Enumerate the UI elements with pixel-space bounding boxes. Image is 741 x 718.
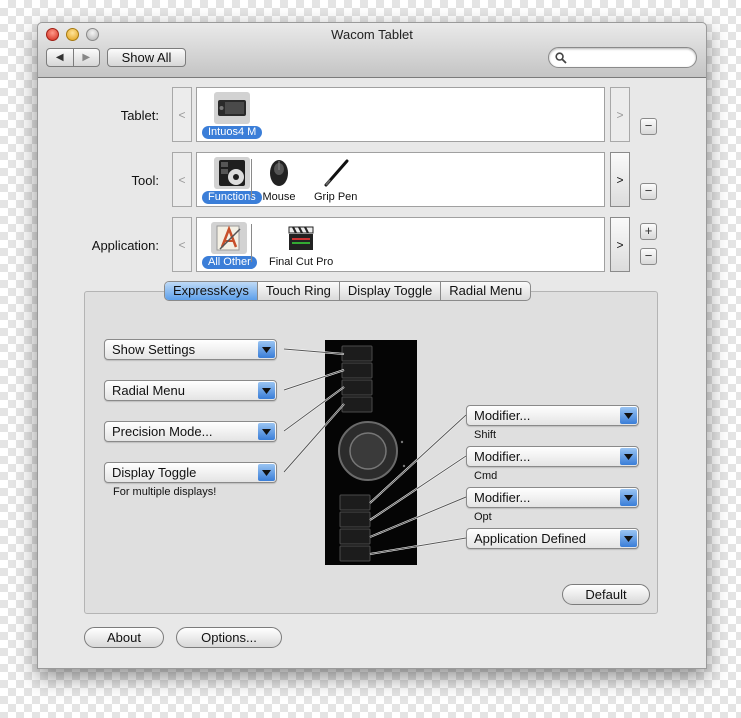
tablet-graphic [325,340,417,565]
preferences-window: Wacom Tablet ◀ ▶ Show All Tablet: < Intu… [37,22,707,669]
tool-next-button[interactable]: > [610,152,630,207]
application-remove-button[interactable]: − [640,248,657,265]
chevron-down-icon [620,448,637,465]
popup-value: Modifier... [474,449,531,464]
application-item-label: Final Cut Pro [269,256,334,268]
tool-item-label: Mouse [262,191,296,203]
popup-value: Show Settings [112,342,196,357]
tablet-prev-button[interactable]: < [172,87,192,142]
history-nav: ◀ ▶ [46,48,100,67]
tool-prev-button[interactable]: < [172,152,192,207]
popup-value: Application Defined [474,531,587,546]
chevron-down-icon [620,489,637,506]
popup-value: Radial Menu [112,383,185,398]
application-list: All Other Final Cut Pro [196,217,605,272]
tab-radial-menu[interactable]: Radial Menu [441,282,530,300]
applications-icon [211,222,248,254]
application-prev-button[interactable]: < [172,217,192,272]
expresskey-6-popup[interactable]: Modifier... [466,446,639,467]
tool-remove-button[interactable]: − [640,183,657,200]
tablet-item-label: Intuos4 M [202,126,263,139]
tablet-label: Tablet: [120,108,159,123]
about-button[interactable]: About [84,627,164,648]
back-button[interactable]: ◀ [47,49,74,66]
chevron-down-icon [620,530,637,547]
default-button[interactable]: Default [562,584,650,605]
tool-item-mouse[interactable]: Mouse [261,157,297,203]
application-next-button[interactable]: > [610,217,630,272]
tool-item-functions[interactable]: Functions [202,157,262,204]
forward-button[interactable]: ▶ [74,49,100,66]
tool-item-label: Grip Pen [314,191,358,203]
expresskeys-diagram [338,345,406,562]
tablet-icon [214,92,251,124]
tablet-next-button[interactable]: > [610,87,630,142]
application-item-all-other[interactable]: All Other [202,222,257,269]
titlebar: Wacom Tablet ◀ ▶ Show All [38,23,706,78]
expresskey-6-note: Cmd [474,470,498,482]
window-title: Wacom Tablet [331,27,413,42]
popup-value: Modifier... [474,490,531,505]
expresskey-5-popup[interactable]: Modifier... [466,405,639,426]
tab-touch-ring[interactable]: Touch Ring [258,282,340,300]
expresskey-3-popup[interactable]: Precision Mode... [104,421,277,442]
expresskey-4-note: For multiple displays! [113,486,217,498]
tab-expresskeys[interactable]: ExpressKeys [165,282,258,300]
functions-icon [213,157,250,189]
expresskey-5-note: Shift [474,429,497,441]
expresskey-8-popup[interactable]: Application Defined [466,528,639,549]
tablet-remove-button[interactable]: − [640,118,657,135]
tool-item-label: Functions [202,191,262,204]
application-add-button[interactable]: + [640,223,657,240]
tab-display-toggle[interactable]: Display Toggle [340,282,442,300]
popup-value: Precision Mode... [112,424,213,439]
chevron-down-icon [620,407,637,424]
application-divider [251,224,252,262]
chevron-down-icon [258,464,275,481]
expresskey-7-popup[interactable]: Modifier... [466,487,639,508]
tool-label: Tool: [131,173,159,188]
application-item-final-cut-pro[interactable]: Final Cut Pro [269,222,333,268]
search-field[interactable] [548,47,697,68]
tool-divider [251,159,252,197]
mouse-icon [261,157,297,189]
tab-bar: ExpressKeys Touch Ring Display Toggle Ra… [164,281,532,301]
options-button[interactable]: Options... [176,627,282,648]
application-label: Application: [91,238,159,253]
chevron-down-icon [258,382,275,399]
application-item-label: All Other [202,256,257,269]
expresskey-1-popup[interactable]: Show Settings [104,339,277,360]
popup-value: Modifier... [474,408,531,423]
expresskey-4-popup[interactable]: Display Toggle [104,462,277,483]
chevron-down-icon [258,341,275,358]
tool-item-grip-pen[interactable]: Grip Pen [314,157,357,203]
tool-list: Functions Mouse Grip Pen [196,152,605,207]
pen-icon [318,157,354,189]
chevron-down-icon [258,423,275,440]
popup-value: Display Toggle [112,465,197,480]
expresskey-2-popup[interactable]: Radial Menu [104,380,277,401]
expresskey-7-note: Opt [474,511,492,523]
show-all-button[interactable]: Show All [107,48,186,67]
clapper-icon [283,222,319,254]
tablet-list: Intuos4 M [196,87,605,142]
search-icon [555,52,567,64]
tablet-item-intuos4[interactable]: Intuos4 M [202,92,263,139]
